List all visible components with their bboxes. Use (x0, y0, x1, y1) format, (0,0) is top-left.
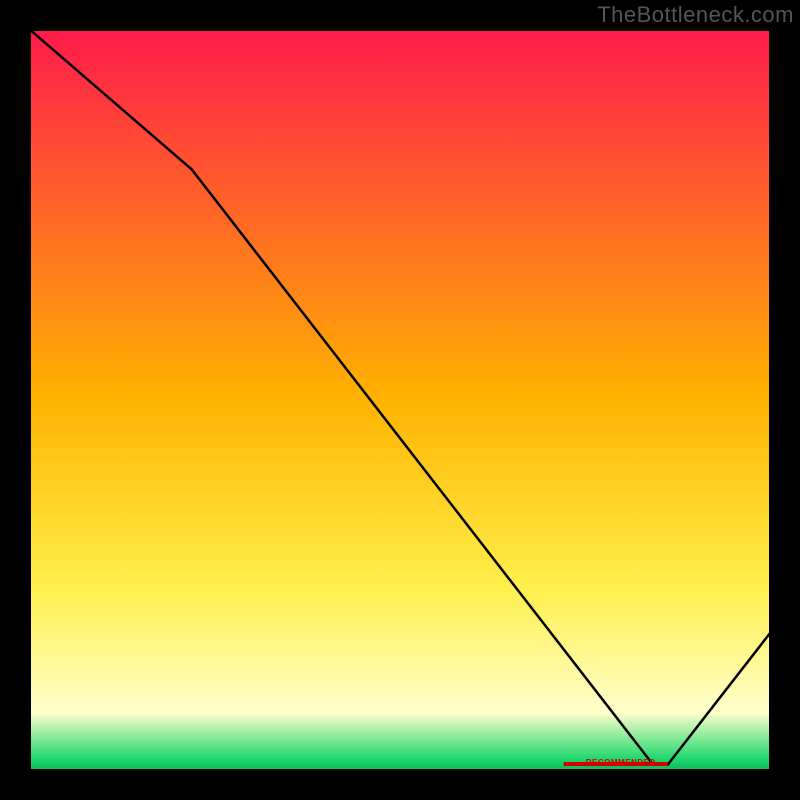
floor-label: RECOMMENDED (586, 758, 656, 767)
plot-svg (28, 28, 772, 772)
chart-container: TheBottleneck.com RECOMMENDED (0, 0, 800, 800)
gradient-background (28, 28, 772, 772)
plot-area (28, 28, 772, 772)
watermark-text: TheBottleneck.com (597, 2, 794, 28)
